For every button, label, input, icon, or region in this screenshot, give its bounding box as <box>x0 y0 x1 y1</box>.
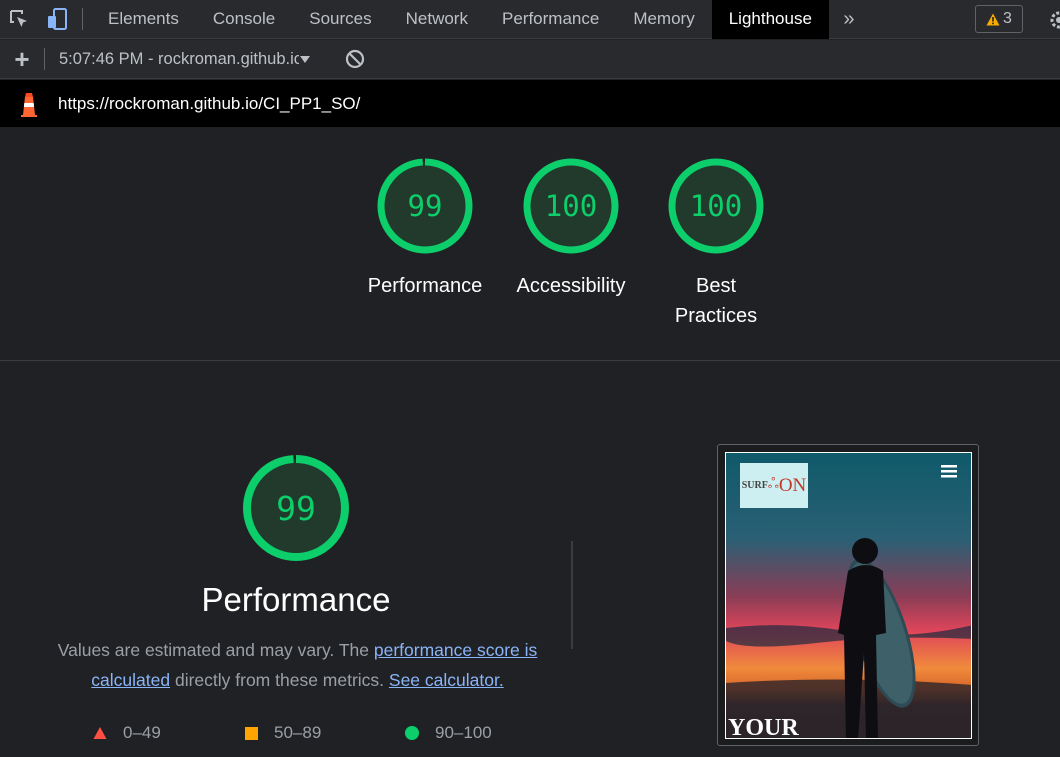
desc-text-2: directly from these metrics. <box>170 670 389 690</box>
lighthouse-toolbar: + 5:07:46 PM - rockroman.github.io <box>0 40 1060 79</box>
legend-range: 90–100 <box>435 723 492 742</box>
tab-performance[interactable]: Performance <box>485 0 616 39</box>
gear-icon[interactable] <box>1036 0 1060 39</box>
legend-pass: 90–100 <box>405 723 492 743</box>
gauge-label-line1: Best <box>695 275 737 297</box>
dropdown-arrow-icon <box>300 55 310 63</box>
clear-reports-icon[interactable] <box>344 48 366 70</box>
tab-memory[interactable]: Memory <box>616 0 711 39</box>
more-tabs-icon[interactable]: » <box>829 8 869 31</box>
gauge-best-practices[interactable]: 100 Best Practices <box>666 157 766 327</box>
desc-text-1: Values are estimated and may vary. The <box>57 640 374 660</box>
tab-lighthouse[interactable]: Lighthouse <box>711 0 829 39</box>
performance-section: 99 Performance Values are estimated and … <box>0 361 1060 757</box>
performance-description: Values are estimated and may vary. The p… <box>40 635 555 695</box>
gauge-score: 100 <box>689 189 743 223</box>
report-select[interactable]: 5:07:46 PM - rockroman.github.io <box>59 50 324 69</box>
see-calculator-link[interactable]: See calculator. <box>389 670 504 690</box>
legend-fail: 0–49 <box>93 723 161 743</box>
score-summary: 99 Performance 100 Accessibility 100 Bes… <box>0 127 1060 361</box>
thumbnail-site-logo: SURF ஃ ON <box>740 463 808 508</box>
logo-small-text: SURF <box>741 480 768 491</box>
report-url-bar: https://rockroman.github.io/CI_PP1_SO/ <box>0 80 1060 127</box>
gauge-label: Best Practices <box>636 271 796 331</box>
legend-average: 50–89 <box>245 723 321 743</box>
triangle-icon <box>93 726 107 740</box>
inspect-element-icon[interactable] <box>0 0 38 39</box>
legend-range: 0–49 <box>123 723 161 742</box>
warning-icon <box>986 13 1000 25</box>
gauge-accessibility[interactable]: 100 Accessibility <box>517 157 625 297</box>
section-divider <box>571 541 573 649</box>
square-icon <box>245 726 258 740</box>
performance-score: 99 <box>276 488 316 528</box>
add-report-icon[interactable]: + <box>0 40 44 79</box>
tab-elements[interactable]: Elements <box>91 0 196 39</box>
legend-range: 50–89 <box>274 723 322 742</box>
tab-console[interactable]: Console <box>196 0 292 39</box>
hamburger-menu-icon <box>941 465 957 483</box>
gauge-score: 99 <box>407 189 443 223</box>
warnings-badge[interactable]: 3 <box>975 5 1023 33</box>
tab-separator <box>82 8 83 30</box>
gauge-performance[interactable]: 99 Performance <box>368 157 482 297</box>
tab-sources[interactable]: Sources <box>292 0 388 39</box>
toolbar-separator <box>44 48 45 70</box>
gauge-label: Performance <box>367 275 483 297</box>
gauge-score: 100 <box>544 189 598 223</box>
report-select-label: 5:07:46 PM - rockroman.github.io <box>59 49 299 68</box>
tab-network[interactable]: Network <box>389 0 485 39</box>
gauge-label-line2: Practices <box>674 305 758 327</box>
lighthouse-logo-icon <box>0 91 58 117</box>
final-screenshot[interactable]: SURF ஃ ON YOUR <box>725 452 972 739</box>
circle-icon <box>405 726 419 740</box>
warning-count: 3 <box>1003 10 1012 27</box>
logo-big-text: ON <box>778 474 807 496</box>
gauge-label: Accessibility <box>516 275 626 297</box>
device-toolbar-icon[interactable] <box>38 0 76 39</box>
thumbnail-caption: YOUR <box>728 715 799 739</box>
devtools-tabbar: Elements Console Sources Network Perform… <box>0 0 1060 39</box>
report-url-link[interactable]: https://rockroman.github.io/CI_PP1_SO/ <box>58 94 360 114</box>
performance-title: Performance <box>201 581 391 618</box>
performance-gauge-large: 99 <box>241 453 351 563</box>
